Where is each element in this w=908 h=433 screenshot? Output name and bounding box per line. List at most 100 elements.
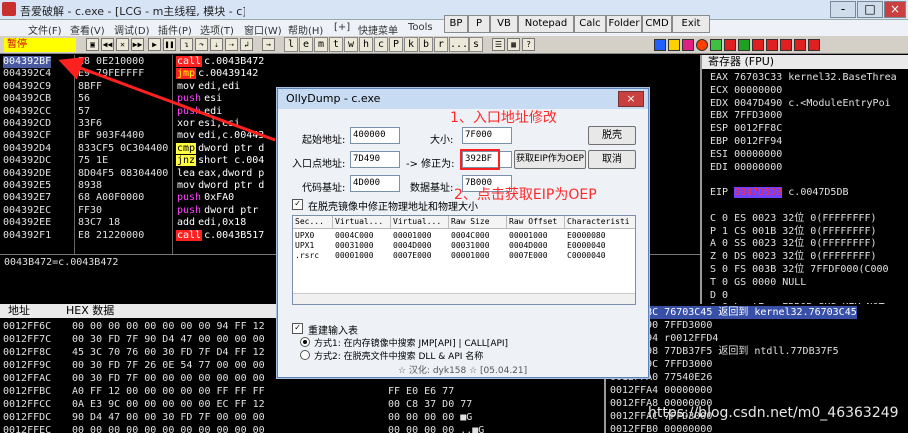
get-eip-as-oep-button[interactable]: 获取EIP作为OEP (514, 150, 586, 169)
menu-quick[interactable]: 快捷菜单 (358, 22, 398, 37)
dump-header-address[interactable]: 地址 (8, 304, 30, 318)
pause-icon[interactable]: ❚❚ (163, 38, 176, 51)
col-virtual-offset[interactable]: Virtual... (391, 216, 449, 229)
tool-t[interactable]: t (329, 37, 343, 52)
menu-view[interactable]: 查看(V) (70, 22, 105, 37)
sections-table[interactable]: Sec... Virtual... Virtual... Raw Size Ra… (292, 215, 636, 305)
register-row[interactable]: EAX 76703C33 kernel32.BaseThrea (710, 71, 897, 84)
plugin-calc-button[interactable]: Calc (574, 15, 606, 33)
tool-b[interactable]: b (419, 37, 433, 52)
step-into-icon[interactable]: ↴ (180, 38, 193, 51)
register-row[interactable]: ESP 0012FF8C (710, 122, 782, 135)
plugin-icon-1[interactable] (654, 39, 666, 51)
register-row[interactable]: S 0 FS 003B 32位 7FFDF000(C000 (710, 263, 889, 276)
plugin-cmd-button[interactable]: CMD (642, 15, 672, 33)
fix-raw-checkbox[interactable]: ✓ (292, 199, 303, 210)
plugin-icon-6[interactable] (724, 39, 736, 51)
menu-window[interactable]: 窗口(W) (244, 22, 282, 37)
list-icon[interactable]: ☰ (492, 38, 505, 51)
start-address-field[interactable]: 400000 (350, 127, 400, 144)
tool-r[interactable]: r (434, 37, 448, 52)
col-section[interactable]: Sec... (293, 216, 333, 229)
minimize-button[interactable]: - (830, 1, 856, 18)
register-row[interactable]: EIP 0047D5DB c.0047D5DB (710, 186, 849, 199)
register-row[interactable]: Z 0 DS 0023 32位 0(FFFFFFFF) (710, 250, 877, 263)
plugin-icon-5[interactable] (710, 39, 722, 51)
tool-c[interactable]: c (374, 37, 388, 52)
register-row[interactable]: C 0 ES 0023 32位 0(FFFFFFFF) (710, 212, 877, 225)
tool-k[interactable]: k (404, 37, 418, 52)
plugin-p-button[interactable]: P (468, 15, 490, 33)
register-row[interactable]: D 0 (710, 289, 728, 302)
plugin-exit-button[interactable]: Exit (672, 15, 710, 33)
tool-e[interactable]: e (299, 37, 313, 52)
table-horizontal-scrollbar[interactable] (293, 293, 635, 304)
rebuild-import-checkbox[interactable]: ✓ (292, 323, 303, 334)
plugin-folder-button[interactable]: Folder (606, 15, 642, 33)
register-row[interactable]: T 0 GS 0000 NULL (710, 276, 806, 289)
tool-m[interactable]: m (314, 37, 328, 52)
plugin-icon-10[interactable] (780, 39, 792, 51)
dump-button[interactable]: 脱壳 (588, 126, 636, 145)
open-icon[interactable]: ▣ (86, 38, 99, 51)
menu-plugins[interactable]: 插件(P) (158, 22, 192, 37)
register-row[interactable]: EDI 00000000 (710, 161, 782, 174)
trace-over-icon[interactable]: ⇢ (225, 38, 238, 51)
plugin-icon-3[interactable] (682, 39, 694, 51)
col-characteristics[interactable]: Characteristi (565, 216, 635, 229)
ffwd-icon[interactable]: ▶▶ (131, 38, 144, 51)
tool-s[interactable]: s (469, 37, 483, 52)
register-row[interactable]: EBX 7FFD3000 (710, 109, 782, 122)
plugin-icon-9[interactable] (766, 39, 778, 51)
register-row[interactable]: ESI 00000000 (710, 148, 782, 161)
plugin-icon-2[interactable] (668, 39, 680, 51)
tool-w[interactable]: w (344, 37, 358, 52)
menu-plus[interactable]: [+] (334, 22, 350, 33)
maximize-button[interactable]: □ (857, 1, 883, 18)
tool-dots[interactable]: ... (449, 37, 469, 52)
disasm-row[interactable]: 004392C4 E9 79FEFFFF jmp c.00439142 (0, 68, 700, 80)
plugin-icon-12[interactable] (808, 39, 820, 51)
menu-help[interactable]: 帮助(H) (288, 22, 323, 37)
col-raw-offset[interactable]: Raw Offset (507, 216, 565, 229)
register-row[interactable]: EBP 0012FF94 (710, 135, 782, 148)
stack-row[interactable]: 0012FFB0 00000000 (610, 423, 712, 433)
menu-file[interactable]: 文件(F) (28, 22, 62, 37)
code-base-field[interactable]: 4D000 (350, 175, 400, 192)
registers-pane[interactable]: 寄存器 (FPU) EAX 76703C33 kernel32.BaseThre… (700, 55, 908, 305)
plugin-icon-7[interactable] (738, 39, 750, 51)
register-row[interactable]: A 0 SS 0023 32位 0(FFFFFFFF) (710, 237, 877, 250)
register-row[interactable]: EDX 0047D490 c.<ModuleEntryPoi (710, 97, 891, 110)
goto-icon[interactable]: → (262, 38, 275, 51)
help-icon[interactable]: ? (522, 38, 535, 51)
close-file-icon[interactable]: ✕ (116, 38, 129, 51)
grid-icon[interactable]: ▦ (507, 38, 520, 51)
size-field[interactable]: 7F000 (462, 127, 512, 144)
rewind-icon[interactable]: ◀◀ (101, 38, 114, 51)
plugin-bp-button[interactable]: BP (444, 15, 468, 33)
method2-radio[interactable] (300, 350, 310, 360)
col-virtual-size[interactable]: Virtual... (333, 216, 391, 229)
dump-header-hex[interactable]: HEX 数据 (66, 304, 114, 318)
menu-debug[interactable]: 调试(D) (114, 22, 150, 37)
step-over-icon[interactable]: ↷ (195, 38, 208, 51)
entry-point-field[interactable]: 7D490 (350, 151, 400, 168)
plugin-vb-button[interactable]: VB (490, 15, 518, 33)
run-icon[interactable]: ▶ (148, 38, 161, 51)
close-button[interactable]: × (884, 1, 906, 18)
tool-h[interactable]: h (359, 37, 373, 52)
register-row[interactable]: P 1 CS 001B 32位 0(FFFFFFFF) (710, 225, 877, 238)
register-row[interactable]: ECX 00000000 (710, 84, 782, 97)
tool-l[interactable]: l (284, 37, 298, 52)
col-raw-size[interactable]: Raw Size (449, 216, 507, 229)
exec-till-return-icon[interactable]: ↲ (240, 38, 253, 51)
menu-tools[interactable]: Tools (408, 22, 433, 33)
cancel-button[interactable]: 取消 (588, 150, 636, 169)
plugin-notepad-button[interactable]: Notepad (518, 15, 574, 33)
stack-row[interactable]: 0012FFA4 00000000 (610, 384, 712, 397)
plugin-icon-11[interactable] (794, 39, 806, 51)
plugin-icon-8[interactable] (752, 39, 764, 51)
disasm-row[interactable]: 004392BF E8 0E210000 call c.0043B472 (0, 56, 700, 68)
method1-radio[interactable] (300, 337, 310, 347)
tool-p[interactable]: P (389, 37, 403, 52)
